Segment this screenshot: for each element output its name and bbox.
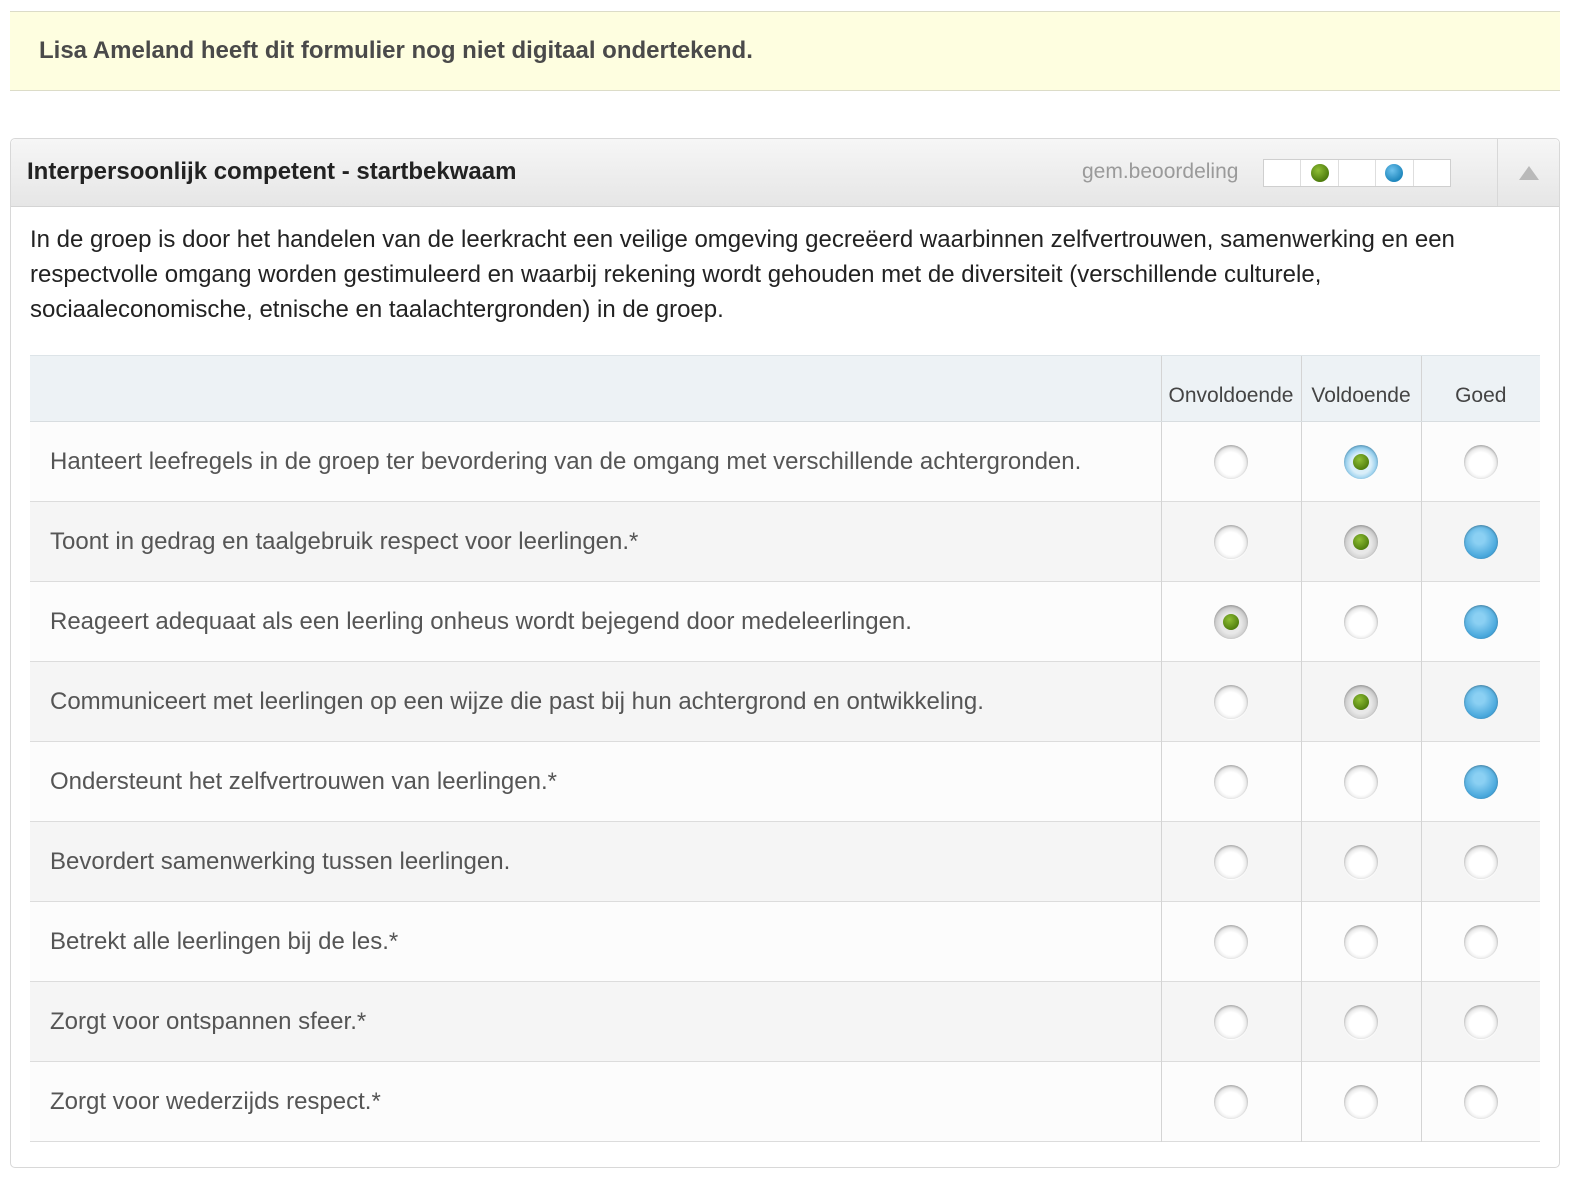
signature-notice: Lisa Ameland heeft dit formulier nog nie… bbox=[10, 11, 1560, 91]
rating-cell-voldoende bbox=[1300, 981, 1421, 1062]
radio-onvoldoende[interactable] bbox=[1214, 524, 1248, 559]
radio-voldoende[interactable] bbox=[1344, 684, 1378, 719]
question-text: Zorgt voor wederzijds respect.* bbox=[50, 1087, 381, 1115]
rating-cell-goed bbox=[1420, 421, 1540, 502]
rating-cell-onvoldoende bbox=[1160, 1061, 1301, 1142]
question-column-header bbox=[30, 355, 1161, 422]
rating-cell-goed bbox=[1420, 821, 1540, 902]
signature-notice-text: Lisa Ameland heeft dit formulier nog nie… bbox=[39, 37, 753, 64]
average-marker-blue bbox=[1385, 164, 1404, 182]
question-text: Betrekt alle leerlingen bij de les.* bbox=[50, 927, 399, 955]
radio-goed[interactable] bbox=[1463, 1084, 1498, 1119]
radio-onvoldoende[interactable] bbox=[1214, 1084, 1248, 1119]
collapse-button[interactable] bbox=[1497, 139, 1559, 206]
average-scale-segment bbox=[1264, 160, 1302, 186]
radio-voldoende[interactable] bbox=[1344, 524, 1378, 559]
rating-cell-voldoende bbox=[1300, 821, 1421, 902]
average-scale-segment bbox=[1339, 160, 1377, 186]
table-row: Ondersteunt het zelfvertrouwen van leerl… bbox=[30, 741, 1540, 822]
table-row: Zorgt voor ontspannen sfeer.* bbox=[30, 981, 1540, 1062]
radio-goed[interactable] bbox=[1463, 524, 1498, 559]
chevron-up-icon bbox=[1518, 165, 1539, 180]
rating-cell-onvoldoende bbox=[1160, 421, 1301, 502]
rating-cell-voldoende bbox=[1300, 581, 1421, 662]
radio-onvoldoende[interactable] bbox=[1214, 844, 1248, 879]
radio-onvoldoende[interactable] bbox=[1214, 604, 1248, 639]
radio-goed[interactable] bbox=[1463, 924, 1498, 959]
radio-goed[interactable] bbox=[1463, 444, 1498, 479]
question-text: Zorgt voor ontspannen sfeer.* bbox=[50, 1007, 367, 1035]
table-row: Betrekt alle leerlingen bij de les.* bbox=[30, 901, 1540, 982]
panel-header: Interpersoonlijk competent - startbekwaa… bbox=[11, 139, 1559, 207]
rating-cell-voldoende bbox=[1300, 901, 1421, 982]
table-row: Reageert adequaat als een leerling onheu… bbox=[30, 581, 1540, 662]
rating-cell-goed bbox=[1420, 501, 1540, 582]
question-text: Communiceert met leerlingen op een wijze… bbox=[50, 687, 984, 715]
average-scale-segment bbox=[1376, 160, 1414, 186]
competency-description: In de groep is door het handelen van de … bbox=[30, 226, 1455, 323]
radio-voldoende[interactable] bbox=[1344, 844, 1378, 879]
rating-cell-onvoldoende bbox=[1160, 501, 1301, 582]
rating-cell-goed bbox=[1420, 581, 1540, 662]
competency-panel: Interpersoonlijk competent - startbekwaa… bbox=[10, 138, 1560, 1168]
radio-goed[interactable] bbox=[1463, 684, 1498, 719]
question-text: Reageert adequaat als een leerling onheu… bbox=[50, 607, 912, 635]
radio-onvoldoende[interactable] bbox=[1214, 1004, 1248, 1039]
radio-voldoende[interactable] bbox=[1344, 604, 1378, 639]
rating-cell-goed bbox=[1420, 901, 1540, 982]
rating-cell-voldoende bbox=[1300, 501, 1421, 582]
rating-cell-goed bbox=[1420, 741, 1540, 822]
table-row: Hanteert leefregels in de groep ter bevo… bbox=[30, 421, 1540, 502]
question-text: Hanteert leefregels in de groep ter bevo… bbox=[50, 447, 1082, 475]
column-header-goed: Goed bbox=[1420, 355, 1540, 422]
radio-onvoldoende[interactable] bbox=[1214, 924, 1248, 959]
radio-voldoende[interactable] bbox=[1344, 764, 1378, 799]
question-text: Ondersteunt het zelfvertrouwen van leerl… bbox=[50, 767, 557, 795]
radio-goed[interactable] bbox=[1463, 1004, 1498, 1039]
rating-cell-onvoldoende bbox=[1160, 661, 1301, 742]
radio-voldoende[interactable] bbox=[1344, 1004, 1378, 1039]
average-scale-segment bbox=[1301, 160, 1339, 186]
rating-cell-voldoende bbox=[1300, 741, 1421, 822]
average-rating-scale bbox=[1263, 159, 1451, 187]
radio-onvoldoende[interactable] bbox=[1214, 684, 1248, 719]
radio-voldoende[interactable] bbox=[1344, 444, 1378, 479]
radio-voldoende[interactable] bbox=[1344, 924, 1378, 959]
radio-onvoldoende[interactable] bbox=[1214, 764, 1248, 799]
rating-cell-voldoende bbox=[1300, 661, 1421, 742]
average-marker-green bbox=[1310, 164, 1329, 182]
rating-table-header: Onvoldoende Voldoende Goed bbox=[30, 355, 1540, 422]
radio-voldoende[interactable] bbox=[1344, 1084, 1378, 1119]
panel-title: Interpersoonlijk competent - startbekwaa… bbox=[27, 158, 517, 185]
table-row: Zorgt voor wederzijds respect.* bbox=[30, 1061, 1540, 1142]
rating-cell-onvoldoende bbox=[1160, 901, 1301, 982]
radio-goed[interactable] bbox=[1463, 604, 1498, 639]
table-row: Bevordert samenwerking tussen leerlingen… bbox=[30, 821, 1540, 902]
rating-cell-voldoende bbox=[1300, 421, 1421, 502]
table-row: Toont in gedrag en taalgebruik respect v… bbox=[30, 501, 1540, 582]
radio-onvoldoende[interactable] bbox=[1214, 444, 1248, 479]
table-row: Communiceert met leerlingen op een wijze… bbox=[30, 661, 1540, 742]
rating-cell-onvoldoende bbox=[1160, 741, 1301, 822]
rating-cell-voldoende bbox=[1300, 1061, 1421, 1142]
average-rating-label: gem.beoordeling bbox=[1082, 160, 1239, 183]
radio-goed[interactable] bbox=[1463, 844, 1498, 879]
rating-cell-goed bbox=[1420, 661, 1540, 742]
question-text: Toont in gedrag en taalgebruik respect v… bbox=[50, 527, 639, 555]
rating-cell-goed bbox=[1420, 981, 1540, 1062]
rating-table: Onvoldoende Voldoende Goed Hanteert leef… bbox=[30, 355, 1540, 1142]
column-header-voldoende: Voldoende bbox=[1300, 355, 1421, 422]
average-scale-segment bbox=[1414, 160, 1450, 186]
rating-cell-onvoldoende bbox=[1160, 981, 1301, 1062]
rating-cell-goed bbox=[1420, 1061, 1540, 1142]
question-text: Bevordert samenwerking tussen leerlingen… bbox=[50, 847, 511, 875]
rating-cell-onvoldoende bbox=[1160, 581, 1301, 662]
radio-goed[interactable] bbox=[1463, 764, 1498, 799]
column-header-onvoldoende: Onvoldoende bbox=[1160, 355, 1301, 422]
rating-cell-onvoldoende bbox=[1160, 821, 1301, 902]
